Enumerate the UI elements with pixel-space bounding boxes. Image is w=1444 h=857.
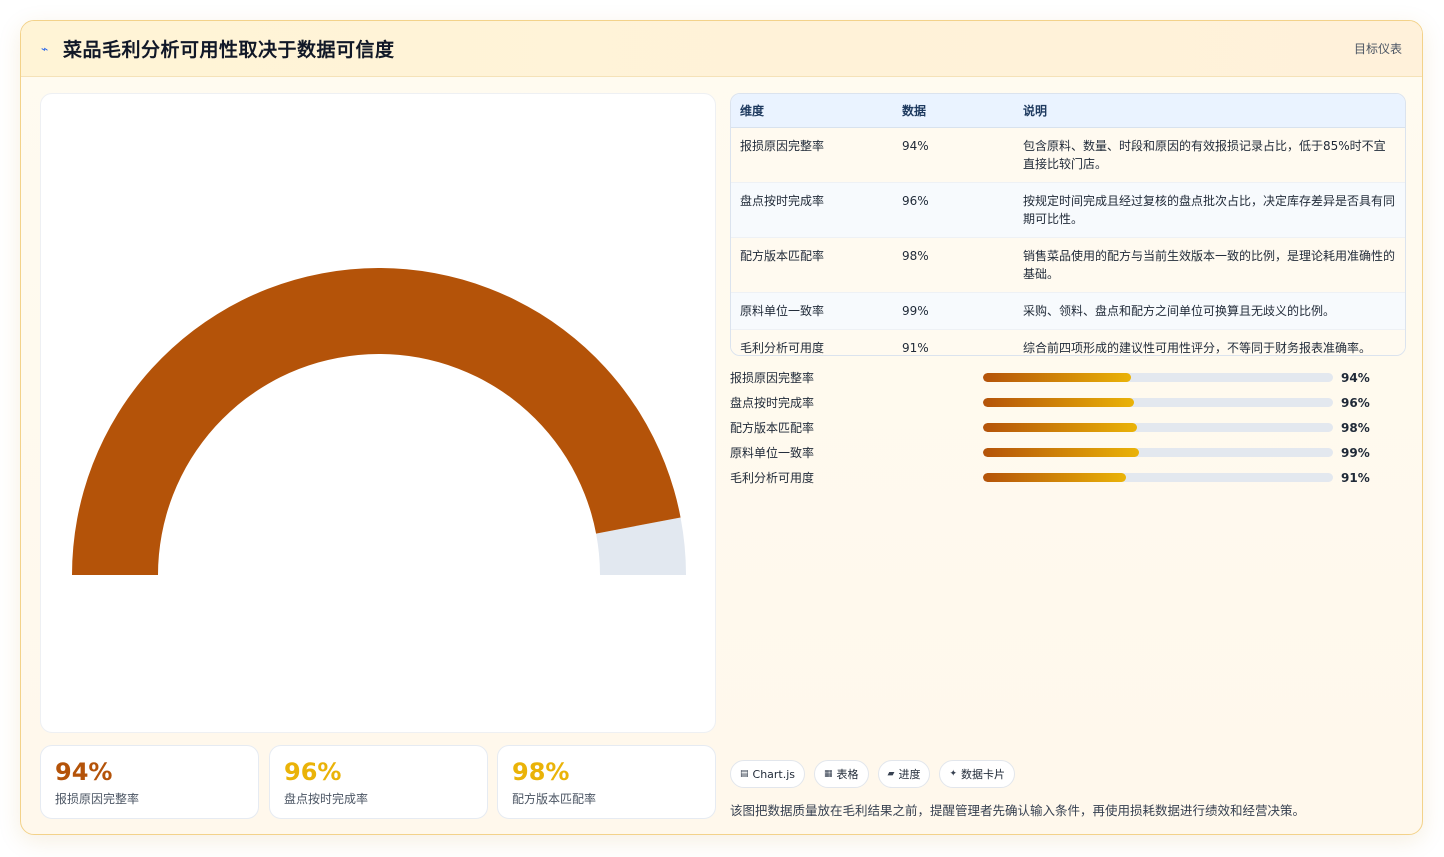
table-row: 报损原因完整率 94% 包含原料、数量、时段和原因的有效报损记录占比，低于85%… [731, 127, 1405, 183]
gauge-panel [40, 93, 716, 733]
kpi-value: 98% [512, 758, 570, 786]
progress-fill [983, 448, 1139, 457]
table-cell-dim: 盘点按时完成率 [731, 182, 893, 238]
progress-row: 毛利分析可用度 91% [730, 465, 1410, 490]
progress-row: 盘点按时完成率 96% [730, 390, 1410, 415]
progress-label: 盘点按时完成率 [730, 396, 815, 410]
table-icon: ▦ [824, 769, 833, 779]
progress-label: 原料单位一致率 [730, 446, 815, 460]
progress-row: 原料单位一致率 99% [730, 440, 1410, 465]
header-target-label: 目标仪表 [1353, 42, 1402, 56]
progress-value: 96% [1341, 395, 1370, 410]
chart-icon: ▤ [740, 769, 749, 779]
footnote: 该图把数据质量放在毛利结果之前，提醒管理者先确认输入条件，再使用损耗数据进行绩效… [730, 803, 1306, 818]
progress-fill [983, 373, 1132, 382]
gauge-value-arc [72, 268, 681, 575]
progress-value: 94% [1341, 370, 1370, 385]
progress-label: 毛利分析可用度 [730, 471, 815, 485]
kpi-card-0: 94% 报损原因完整率 [40, 745, 259, 819]
table-cell-value: 99% [893, 292, 1014, 330]
progress-row: 报损原因完整率 94% [730, 365, 1410, 390]
kpi-value: 96% [284, 758, 342, 786]
table-cell-desc: 销售菜品使用的配方与当前生效版本一致的比例，是理论耗用准确性的基础。 [1014, 237, 1405, 293]
chip-label: 表格 [836, 768, 859, 781]
table-header-row: 维度 数据 说明 [731, 94, 1405, 128]
gauge-chart [72, 268, 686, 575]
progress-value: 99% [1341, 445, 1370, 460]
chip-label: 进度 [898, 768, 921, 781]
table-cell-dim: 原料单位一致率 [731, 292, 893, 330]
progress-label: 报损原因完整率 [730, 371, 815, 385]
progress-value: 91% [1341, 470, 1370, 485]
sparkle-icon: ✦ [949, 769, 958, 779]
title-wrap: ⌁ 菜品毛利分析可用性取决于数据可信度 [41, 35, 395, 62]
table-row: 原料单位一致率 99% 采购、领料、盘点和配方之间单位可换算且无歧义的比例。 [731, 292, 1405, 330]
chip-chartjs[interactable]: ▤ Chart.js [730, 760, 806, 788]
progress-fill [983, 473, 1127, 482]
chip-table[interactable]: ▦ 表格 [814, 760, 869, 788]
table-row: 毛利分析可用度 91% 综合前四项形成的建议性可用性评分，不等同于财务报表准确率… [731, 329, 1405, 355]
table-cell-desc: 按规定时间完成且经过复核的盘点批次占比，决定库存差异是否具有同期可比性。 [1014, 182, 1405, 238]
progress-value: 98% [1341, 420, 1370, 435]
table-cell-value: 96% [893, 182, 1014, 238]
header: ⌁ 菜品毛利分析可用性取决于数据可信度 目标仪表 [21, 21, 1422, 77]
progress-row: 配方版本匹配率 98% [730, 415, 1410, 440]
table-header-dim: 维度 [731, 94, 893, 128]
table-cell-dim: 配方版本匹配率 [731, 237, 893, 293]
chip-row: ▤ Chart.js ▦ 表格 ▰ 进度 ✦ 数据卡片 [730, 760, 1016, 788]
progress-track [983, 398, 1333, 407]
progress-track [983, 423, 1333, 432]
table-cell-dim: 报损原因完整率 [731, 127, 893, 183]
kpi-label: 报损原因完整率 [55, 792, 140, 806]
progress-list: 报损原因完整率 94% 盘点按时完成率 96% 配方版本匹配率 98% 原料单位一致率 99%… [730, 365, 1410, 490]
progress-track [983, 473, 1333, 482]
table-row: 盘点按时完成率 96% 按规定时间完成且经过复核的盘点批次占比，决定库存差异是否… [731, 182, 1405, 238]
table-cell-dim: 毛利分析可用度 [740, 340, 825, 355]
kpi-label: 配方版本匹配率 [512, 792, 597, 806]
table-cell-value: 94% [893, 127, 1014, 183]
page-title: 菜品毛利分析可用性取决于数据可信度 [63, 39, 395, 61]
progress-fill [983, 398, 1135, 407]
progress-track [983, 448, 1333, 457]
kpi-value: 94% [55, 758, 113, 786]
dashboard-card: ⌁ 菜品毛利分析可用性取决于数据可信度 目标仪表 94% 报损原因完整率 96%… [20, 20, 1423, 835]
chip-label: 数据卡片 [961, 768, 1006, 781]
table-row: 配方版本匹配率 98% 销售菜品使用的配方与当前生效版本一致的比例，是理论耗用准… [731, 237, 1405, 293]
chip-label: Chart.js [752, 767, 796, 781]
table-cell-desc: 综合前四项形成的建议性可用性评分，不等同于财务报表准确率。 [1023, 340, 1372, 355]
kpi-card-2: 98% 配方版本匹配率 [497, 745, 716, 819]
kpi-label: 盘点按时完成率 [284, 792, 369, 806]
progress-track [983, 373, 1333, 382]
table-cell-value: 91% [902, 340, 929, 355]
table-header-value: 数据 [893, 94, 1014, 128]
table-header-desc: 说明 [1014, 94, 1405, 128]
table-cell-value: 98% [893, 237, 1014, 293]
kpi-card-1: 96% 盘点按时完成率 [269, 745, 488, 819]
progress-label: 配方版本匹配率 [730, 421, 815, 435]
table-cell-desc: 采购、领料、盘点和配方之间单位可换算且无歧义的比例。 [1014, 292, 1405, 330]
line-chart-icon: ⌁ [41, 41, 49, 56]
data-table: 维度 数据 说明 报损原因完整率 94% 包含原料、数量、时段和原因的有效报损记… [730, 93, 1406, 356]
progress-icon: ▰ [887, 769, 895, 779]
chip-progress[interactable]: ▰ 进度 [877, 760, 931, 788]
chip-data-card[interactable]: ✦ 数据卡片 [939, 760, 1016, 788]
progress-fill [983, 423, 1138, 432]
table-cell-desc: 包含原料、数量、时段和原因的有效报损记录占比，低于85%时不宜直接比较门店。 [1014, 127, 1405, 183]
